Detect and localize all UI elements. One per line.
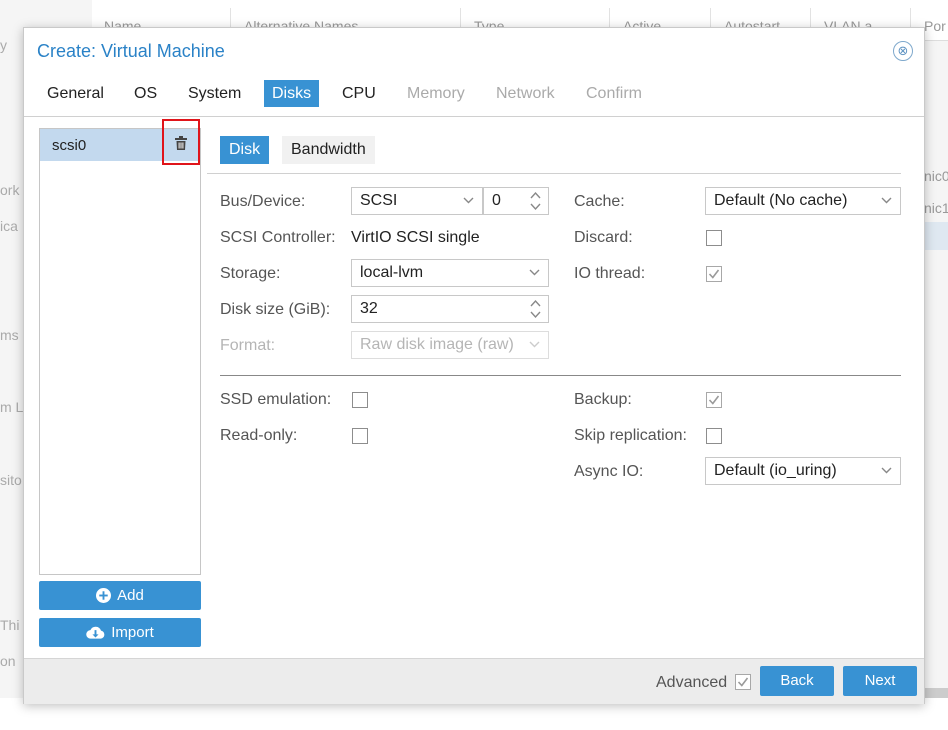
format-select: Raw disk image (raw) [351,331,549,359]
bg-row-text: nic1 [924,200,948,216]
tab-os[interactable]: OS [126,80,165,107]
format-value: Raw disk image (raw) [360,336,514,353]
async-io-select[interactable]: Default (io_uring) [705,457,901,485]
tab-system[interactable]: System [180,80,249,107]
discard-label: Discard: [574,229,633,246]
bus-select[interactable]: SCSI [351,187,483,215]
bg-column-ports: Por [924,18,946,34]
tab-general[interactable]: General [39,80,112,107]
skip-replication-checkbox[interactable] [706,428,722,444]
bg-sidebar-text: y [0,37,7,53]
cache-value: Default (No cache) [714,192,848,209]
import-label: Import [111,624,154,641]
tab-memory[interactable]: Memory [399,80,473,107]
scsi-controller-value: VirtIO SCSI single [351,229,480,246]
tab-bandwidth[interactable]: Bandwidth [282,136,375,164]
chevron-down-icon [881,197,892,204]
cloud-download-icon [86,626,105,639]
tab-disks[interactable]: Disks [264,80,320,107]
close-icon[interactable]: ⊗ [893,41,913,61]
disk-size-label: Disk size (GiB): [220,301,331,318]
cache-label: Cache: [574,193,625,210]
create-vm-dialog: Create: Virtual Machine ⊗ General OS Sys… [23,27,925,704]
disk-item-label: scsi0 [52,137,87,154]
disk-size-stepper[interactable]: 32 [351,295,549,323]
read-only-label: Read-only: [220,427,298,444]
backup-checkbox[interactable] [706,392,722,408]
chevron-down-icon [529,269,540,276]
bg-sidebar-text: Thi [0,617,20,633]
io-thread-label: IO thread: [574,265,646,282]
advanced-label: Advanced [656,674,728,691]
bus-device-label: Bus/Device: [220,193,306,210]
subtabs-divider [207,173,901,174]
dialog-header: Create: Virtual Machine ⊗ [24,28,924,72]
checkmark-icon [708,269,720,279]
bg-sidebar-text: m L [0,399,24,415]
async-io-value: Default (io_uring) [714,462,837,479]
bg-scrollbar [922,688,948,698]
spinner-arrows-icon[interactable] [530,299,541,319]
chevron-down-icon [529,341,540,348]
scsi-controller-label: SCSI Controller: [220,229,336,246]
storage-label: Storage: [220,265,281,282]
tab-confirm[interactable]: Confirm [578,80,650,107]
bg-sidebar-text: on [0,653,16,669]
disk-size-value: 32 [360,300,378,317]
checkmark-icon [737,677,749,687]
add-label: Add [117,587,144,604]
checkmark-icon [708,395,720,405]
backup-label: Backup: [574,391,632,408]
tab-disk[interactable]: Disk [220,136,270,164]
disk-list: scsi0 [39,128,201,575]
cache-select[interactable]: Default (No cache) [705,187,901,215]
storage-select[interactable]: local-lvm [351,259,549,287]
next-button[interactable]: Next [843,666,917,696]
import-disk-button[interactable]: Import [39,618,201,647]
trash-icon[interactable] [175,136,187,150]
device-value: 0 [492,192,501,209]
back-button[interactable]: Back [760,666,834,696]
storage-value: local-lvm [360,264,424,281]
dialog-footer: Advanced Back Next [24,658,924,704]
ssd-emulation-checkbox[interactable] [352,392,368,408]
tab-cpu[interactable]: CPU [334,80,384,107]
plus-circle-icon [96,588,112,603]
advanced-checkbox[interactable] [735,674,751,690]
bg-sidebar-text: ork [0,182,20,198]
bus-value: SCSI [360,192,398,209]
dialog-title: Create: Virtual Machine [37,41,225,61]
bg-sidebar-text: ms [0,327,19,343]
add-disk-button[interactable]: Add [39,581,201,610]
chevron-down-icon [881,467,892,474]
skip-replication-label: Skip replication: [574,427,687,444]
ssd-emulation-label: SSD emulation: [220,391,332,408]
spinner-arrows-icon[interactable] [530,191,541,211]
discard-checkbox[interactable] [706,230,722,246]
io-thread-checkbox[interactable] [706,266,722,282]
chevron-down-icon [463,197,474,204]
bg-sidebar-text: sito [0,472,22,488]
section-divider [220,375,901,376]
device-number-stepper[interactable]: 0 [483,187,549,215]
bg-selected-row [922,222,948,250]
async-io-label: Async IO: [574,463,644,480]
read-only-checkbox[interactable] [352,428,368,444]
bg-sidebar-text: ica [0,218,18,234]
wizard-tabs: General OS System Disks CPU Memory Netwo… [24,72,924,117]
tab-network[interactable]: Network [488,80,563,107]
bg-row-text: nic0 [924,168,948,184]
format-label: Format: [220,337,276,354]
